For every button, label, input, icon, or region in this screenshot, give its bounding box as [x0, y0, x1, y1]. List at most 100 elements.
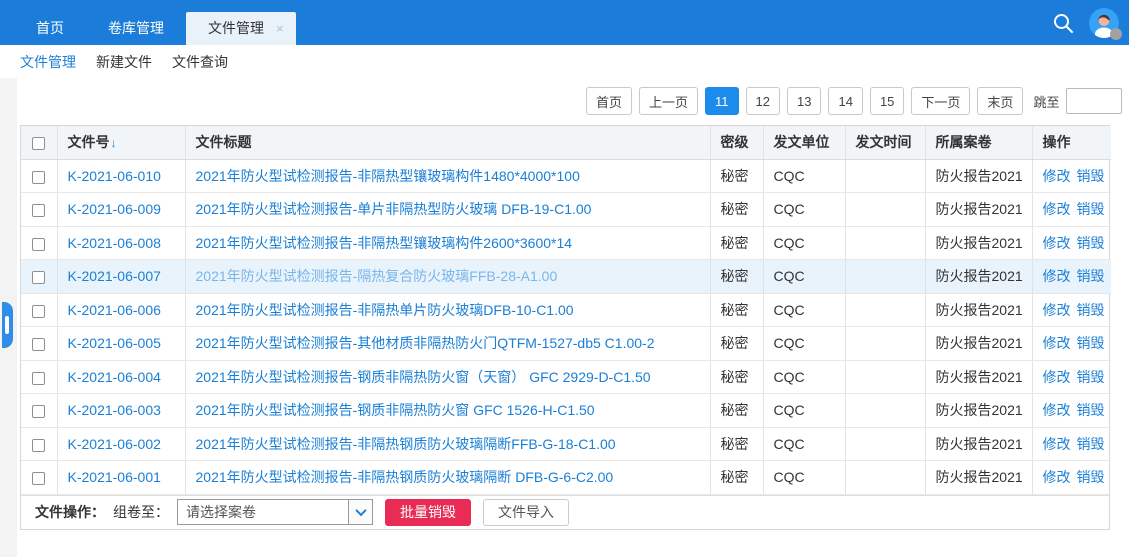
modify-link[interactable]: 修改	[1043, 302, 1071, 318]
subnav-item[interactable]: 文件管理	[20, 52, 76, 72]
subnav-item[interactable]: 文件查询	[172, 52, 228, 72]
destroy-link[interactable]: 销毁	[1077, 168, 1105, 184]
file-title-link[interactable]: 2021年防火型试检测报告-钢质非隔热防火窗（天窗） GFC 2929-D-C1…	[196, 369, 651, 385]
handle-grip-icon	[5, 316, 9, 334]
file-no-link[interactable]: K-2021-06-002	[68, 436, 161, 452]
modify-link[interactable]: 修改	[1043, 402, 1071, 418]
pagination-button[interactable]: 末页	[977, 87, 1023, 115]
destroy-link[interactable]: 销毁	[1077, 201, 1105, 217]
row-checkbox-cell	[21, 293, 57, 327]
file-no-link[interactable]: K-2021-06-007	[68, 268, 161, 284]
row-checkbox[interactable]	[32, 439, 45, 452]
pagination-button[interactable]: 13	[787, 87, 821, 115]
issuing-unit: CQC	[774, 268, 805, 284]
subnav-item[interactable]: 新建文件	[96, 52, 152, 72]
row-checkbox-cell	[21, 394, 57, 428]
file-title-link[interactable]: 2021年防火型试检测报告-非隔热钢质防火玻璃隔断FFB-G-18-C1.00	[196, 436, 616, 452]
file-title-link[interactable]: 2021年防火型试检测报告-非隔热型镶玻璃构件1480*4000*100	[196, 168, 580, 184]
modify-link[interactable]: 修改	[1043, 268, 1071, 284]
file-title-link[interactable]: 2021年防火型试检测报告-钢质非隔热防火窗 GFC 1526-H-C1.50	[196, 402, 595, 418]
destroy-link[interactable]: 销毁	[1077, 402, 1105, 418]
archive-select[interactable]: 请选择案卷	[177, 499, 373, 525]
file-title-link[interactable]: 2021年防火型试检测报告-非隔热型镶玻璃构件2600*3600*14	[196, 235, 573, 251]
table-row: K-2021-06-004 2021年防火型试检测报告-钢质非隔热防火窗（天窗）…	[21, 360, 1111, 394]
pagination-button[interactable]: 14	[828, 87, 862, 115]
panel-expand-handle[interactable]	[2, 302, 13, 348]
row-checkbox[interactable]	[32, 372, 45, 385]
modify-link[interactable]: 修改	[1043, 235, 1071, 251]
row-checkbox[interactable]	[32, 204, 45, 217]
file-title-link[interactable]: 2021年防火型试检测报告-其他材质非隔热防火门QTFM-1527-db5 C1…	[196, 335, 655, 351]
file-title-link[interactable]: 2021年防火型试检测报告-隔热复合防火玻璃FFB-28-A1.00	[196, 268, 558, 284]
pagination-button[interactable]: 上一页	[639, 87, 698, 115]
row-checkbox-cell	[21, 461, 57, 495]
security-level: 秘密	[721, 436, 749, 452]
select-all-checkbox[interactable]	[32, 137, 45, 150]
modify-link[interactable]: 修改	[1043, 201, 1071, 217]
row-checkbox[interactable]	[32, 305, 45, 318]
file-no-link[interactable]: K-2021-06-006	[68, 302, 161, 318]
file-no-link[interactable]: K-2021-06-008	[68, 235, 161, 251]
destroy-link[interactable]: 销毁	[1077, 335, 1105, 351]
security-level: 秘密	[721, 469, 749, 485]
file-no-link[interactable]: K-2021-06-009	[68, 201, 161, 217]
search-icon[interactable]	[1051, 11, 1075, 35]
batch-destroy-button[interactable]: 批量销毁	[385, 499, 471, 526]
archive-name: 防火报告2021	[936, 469, 1023, 485]
pagination-button[interactable]: 11	[705, 87, 739, 115]
pagination-button[interactable]: 首页	[586, 87, 632, 115]
issuing-unit: CQC	[774, 235, 805, 251]
archive-name: 防火报告2021	[936, 369, 1023, 385]
security-level: 秘密	[721, 235, 749, 251]
nav-tab[interactable]: 文件管理 ×	[186, 12, 296, 45]
file-no-link[interactable]: K-2021-06-010	[68, 168, 161, 184]
security-level: 秘密	[721, 268, 749, 284]
row-checkbox[interactable]	[32, 338, 45, 351]
destroy-link[interactable]: 销毁	[1077, 302, 1105, 318]
jump-page-input[interactable]	[1066, 88, 1122, 114]
destroy-link[interactable]: 销毁	[1077, 235, 1105, 251]
table-row: K-2021-06-007 2021年防火型试检测报告-隔热复合防火玻璃FFB-…	[21, 260, 1111, 294]
pagination-button[interactable]: 12	[746, 87, 780, 115]
destroy-link[interactable]: 销毁	[1077, 268, 1105, 284]
nav-tab[interactable]: 卷库管理	[86, 12, 186, 45]
modify-link[interactable]: 修改	[1043, 335, 1071, 351]
file-import-button[interactable]: 文件导入	[483, 499, 569, 526]
row-checkbox[interactable]	[32, 171, 45, 184]
col-header-level: 密级	[710, 126, 763, 159]
modify-link[interactable]: 修改	[1043, 469, 1071, 485]
user-avatar[interactable]	[1089, 8, 1119, 38]
chevron-down-icon	[355, 505, 366, 516]
pagination-button[interactable]: 下一页	[911, 87, 970, 115]
row-checkbox[interactable]	[32, 405, 45, 418]
destroy-link[interactable]: 销毁	[1077, 469, 1105, 485]
file-no-link[interactable]: K-2021-06-005	[68, 335, 161, 351]
file-title-link[interactable]: 2021年防火型试检测报告-非隔热钢质防火玻璃隔断 DFB-G-6-C2.00	[196, 469, 614, 485]
file-no-link[interactable]: K-2021-06-001	[68, 469, 161, 485]
modify-link[interactable]: 修改	[1043, 168, 1071, 184]
archive-name: 防火报告2021	[936, 402, 1023, 418]
select-dropdown-button[interactable]	[348, 500, 372, 524]
modify-link[interactable]: 修改	[1043, 369, 1071, 385]
pagination: 首页上一页1112131415下一页末页 跳至 页 共1125条数据	[586, 87, 1129, 115]
table-row: K-2021-06-006 2021年防火型试检测报告-非隔热单片防火玻璃DFB…	[21, 293, 1111, 327]
row-checkbox-cell	[21, 159, 57, 193]
subnav: 文件管理新建文件文件查询	[0, 45, 1129, 78]
table-row: K-2021-06-005 2021年防火型试检测报告-其他材质非隔热防火门QT…	[21, 327, 1111, 361]
file-no-link[interactable]: K-2021-06-004	[68, 369, 161, 385]
pagination-button[interactable]: 15	[870, 87, 904, 115]
file-title-link[interactable]: 2021年防火型试检测报告-单片非隔热型防火玻璃 DFB-19-C1.00	[196, 201, 592, 217]
file-no-link[interactable]: K-2021-06-003	[68, 402, 161, 418]
tab-close-icon[interactable]: ×	[276, 22, 284, 35]
row-checkbox[interactable]	[32, 238, 45, 251]
file-title-link[interactable]: 2021年防火型试检测报告-非隔热单片防火玻璃DFB-10-C1.00	[196, 302, 574, 318]
destroy-link[interactable]: 销毁	[1077, 436, 1105, 452]
modify-link[interactable]: 修改	[1043, 436, 1071, 452]
row-checkbox[interactable]	[32, 472, 45, 485]
tab-bar: 首页 卷库管理 文件管理 ×	[14, 0, 296, 45]
nav-tab[interactable]: 首页	[14, 12, 86, 45]
col-header-file-no[interactable]: 文件号↓	[57, 126, 185, 159]
table-header-row: 文件号↓ 文件标题 密级 发文单位 发文时间 所属案卷 操作	[21, 126, 1111, 159]
row-checkbox[interactable]	[32, 271, 45, 284]
destroy-link[interactable]: 销毁	[1077, 369, 1105, 385]
